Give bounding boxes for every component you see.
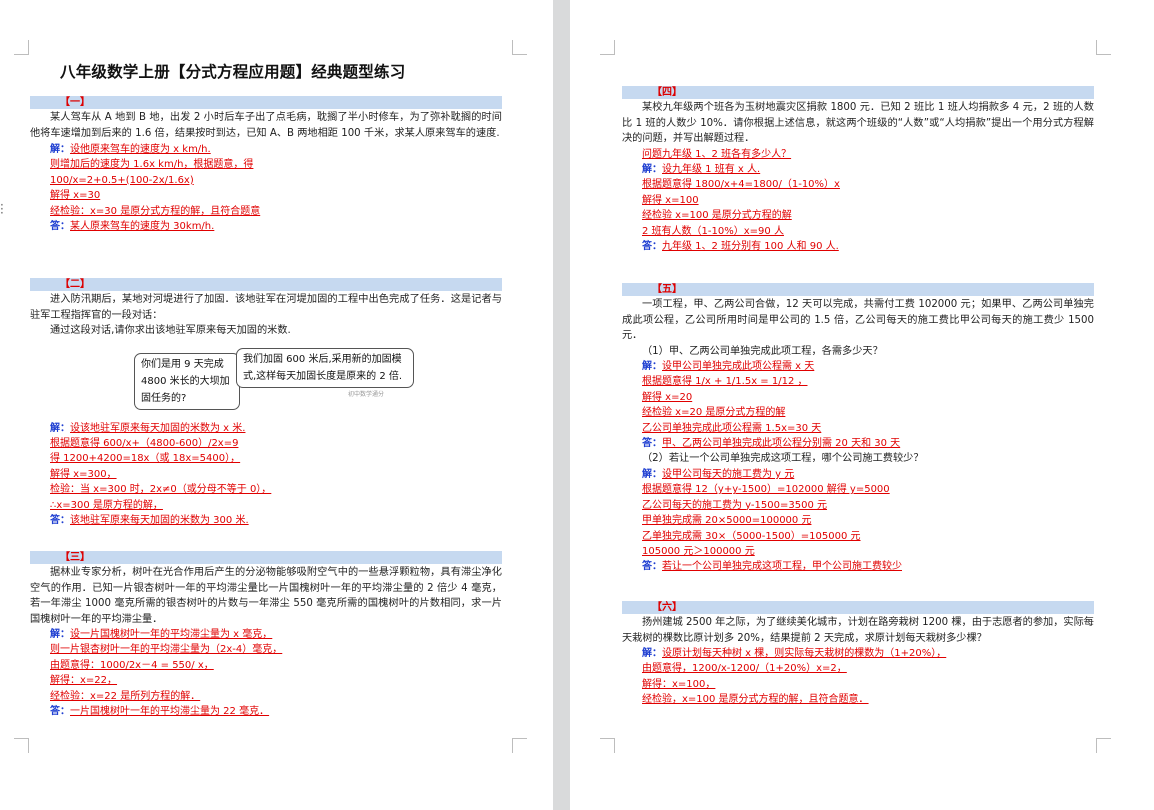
- answer-label: 答：: [50, 514, 70, 526]
- solution-line: 经检验：x=30 是原分式方程的解，且符合题意: [50, 205, 261, 217]
- solution-line: 检验：当 x=300 时，2x≠0（或分母不等于 0），: [50, 484, 272, 496]
- solution-label: 解：: [642, 163, 662, 175]
- solution-label: 解：: [50, 144, 70, 155]
- solution-line: 得 1200+4200=18x（或 18x=5400），: [50, 453, 241, 465]
- answer-line: 答：该地驻军原来每天加固的米数为 300 米.: [50, 514, 249, 526]
- margin-mark-bottom-left: [600, 738, 615, 753]
- speech-bubble-reporter: 你们是用 9 天完成 4800 米长的大坝加固任务的?: [134, 352, 240, 410]
- solution-line: 则一片银杏树叶一年的平均滞尘量为（2x-4）毫克，: [50, 644, 283, 656]
- solution-line: 解：设甲公司每天的施工费为 y 元: [642, 468, 795, 480]
- section-1: 【一】 某人驾车从 A 地到 B 地，出发 2 小时后车子出了点毛病，耽搁了半小…: [30, 96, 502, 234]
- solution-line: 根据题意得 600/x+（4800-600）/2x=9: [50, 437, 239, 449]
- sub-question-1: （1）甲、乙两公司单独完成此项工程，各需多少天？: [642, 345, 883, 357]
- solution-label: 解：: [642, 468, 662, 480]
- margin-mark-top-left: [14, 40, 29, 55]
- margin-mark-bottom-right: [1096, 738, 1111, 753]
- solution-label: 解：: [642, 648, 662, 659]
- document-page-right: 【四】 某校九年级两个班各为玉树地震灾区捐款 1800 元．已知 2 班比 1 …: [570, 0, 1154, 810]
- solution-line: 问题九年级 1、2 班各有多少人？: [642, 148, 792, 160]
- problem-text: 进入防汛期后，某地对河堤进行了加固．该地驻军在河堤加固的工程中出色完成了任务．这…: [30, 294, 502, 321]
- answer-line: 答：甲、乙两公司单独完成此项公程分别需 20 天和 30 天: [642, 438, 901, 450]
- problem-text: 一项工程，甲、乙两公司合做，12 天可以完成，共需付工费 102000 元；如果…: [622, 299, 1094, 341]
- section-header: 【五】: [622, 283, 1094, 296]
- answer-label: 答：: [642, 240, 662, 252]
- solution-line: ∴x=300 是原方程的解，: [50, 499, 163, 511]
- solution-line: 根据题意得 1800/x+4=1800/（1-10%）x: [642, 179, 840, 191]
- solution-line: 解：设甲公司单独完成此项公程需 x 天: [642, 361, 815, 372]
- drag-handle-icon[interactable]: · · ·: [0, 199, 4, 219]
- solution-line: 解：设该地驻军原来每天加固的米数为 x 米.: [50, 422, 246, 434]
- sub-question-2: （2）若让一个公司单独完成这项工程，哪个公司施工费较少？: [642, 453, 924, 465]
- solution-line: 甲单独完成需 20×5000=100000 元: [642, 515, 812, 527]
- solution-line: 经检验 x=100 是原分式方程的解: [642, 210, 792, 222]
- margin-mark-top-left: [600, 40, 615, 55]
- solution-line: 经检验 x=20 是原分式方程的解: [642, 407, 786, 419]
- solution-line: 经检验：x=22 是所列方程的解．: [50, 690, 201, 702]
- watermark: 初中数学通分: [348, 390, 385, 398]
- solution-line: 105000 元＞100000 元: [642, 545, 755, 557]
- margin-mark-top-right: [512, 40, 527, 55]
- answer-line: 答：九年级 1、2 班分别有 100 人和 90 人.: [642, 240, 839, 252]
- section-header: 【二】: [30, 278, 502, 291]
- section-header: 【六】: [622, 601, 1094, 614]
- problem-question: 通过这段对话,请你求出该地驻军原来每天加固的米数.: [50, 325, 291, 336]
- section-header: 【三】: [30, 551, 502, 564]
- solution-line: 由题意得，1200/x-1200/（1+20%）x=2，: [642, 663, 847, 675]
- speech-bubble-officer: 我们加固 600 米后,采用新的加固模式,这样每天加固长度是原来的 2 倍.: [236, 347, 414, 388]
- solution-line: 解得 x=20: [642, 391, 693, 403]
- solution-line: 解：设原计划每天种树 x 棵，则实际每天栽树的棵数为（1+20%），: [642, 648, 947, 659]
- margin-mark-top-right: [1096, 40, 1111, 55]
- solution-line: 经检验，x=100 是原分式方程的解，且符合题意．: [642, 694, 869, 706]
- solution-label: 解：: [50, 422, 70, 434]
- problem-text: 某人驾车从 A 地到 B 地，出发 2 小时后车子出了点毛病，耽搁了半小时修车，…: [30, 112, 502, 139]
- solution-line: 则增加后的速度为 1.6x km/h，根据题意，得: [50, 159, 254, 171]
- section-2: 【二】 进入防汛期后，某地对河堤进行了加固．该地驻军在河堤加固的工程中出色完成了…: [30, 278, 502, 528]
- solution-line: 解得 x=100: [642, 194, 699, 206]
- solution-line: 乙公司每天的施工费为 y-1500=3500 元: [642, 499, 827, 511]
- solution-label: 解：: [642, 361, 662, 372]
- section-4: 【四】 某校九年级两个班各为玉树地震灾区捐款 1800 元．已知 2 班比 1 …: [622, 86, 1094, 254]
- answer-label: 答：: [50, 221, 70, 233]
- solution-line: 根据题意得 1/x + 1/1.5x = 1/12 ，: [642, 376, 808, 388]
- document-title: 八年级数学上册【分式方程应用题】经典题型练习: [60, 63, 406, 81]
- section-header: 【一】: [30, 96, 502, 109]
- solution-line: 2 班有人数（1-10%）x=90 人: [642, 225, 784, 237]
- solution-line: 解：设他原来驾车的速度为 x km/h.: [50, 144, 211, 155]
- solution-label: 解：: [50, 629, 70, 640]
- section-5: 【五】 一项工程，甲、乙两公司合做，12 天可以完成，共需付工费 102000 …: [622, 283, 1094, 575]
- solution-line: 解：设一片国槐树叶一年的平均滞尘量为 x 毫克，: [50, 629, 273, 640]
- answer-label: 答：: [642, 438, 662, 450]
- section-header: 【四】: [622, 86, 1094, 99]
- solution-line: 乙公司单独完成此项公程需 1.5x=30 天: [642, 422, 822, 434]
- answer-line: 答：若让一个公司单独完成这项工程，甲个公司施工费较少: [642, 561, 902, 573]
- document-page-left: · · · 八年级数学上册【分式方程应用题】经典题型练习 【一】 某人驾车从 A 地…: [0, 0, 553, 810]
- section-3: 【三】 据林业专家分析，树叶在光合作用后产生的分泌物能够吸附空气中的一些悬浮颗粒…: [30, 551, 502, 719]
- problem-text: 某校九年级两个班各为玉树地震灾区捐款 1800 元．已知 2 班比 1 班人均捐…: [622, 102, 1094, 144]
- answer-label: 答：: [50, 706, 70, 718]
- solution-line: 解得：x=100，: [642, 678, 716, 690]
- margin-mark-bottom-right: [512, 738, 527, 753]
- solution-line: 由题意得：1000/2x－4 = 550/ x，: [50, 659, 214, 671]
- answer-line: 答：一片国槐树叶一年的平均滞尘量为 22 毫克．: [50, 706, 270, 718]
- answer-line: 答：某人原来驾车的速度为 30km/h.: [50, 221, 215, 233]
- problem-text: 扬州建城 2500 年之际，为了继续美化城市，计划在路旁栽树 1200 棵，由于…: [622, 617, 1094, 644]
- solution-line: 解得 x=300，: [50, 468, 117, 480]
- answer-label: 答：: [642, 561, 662, 573]
- section-6: 【六】 扬州建城 2500 年之际，为了继续美化城市，计划在路旁栽树 1200 …: [622, 601, 1094, 708]
- problem-text: 据林业专家分析，树叶在光合作用后产生的分泌物能够吸附空气中的一些悬浮颗粒物，具有…: [30, 567, 502, 625]
- solution-line: 解得：x=22，: [50, 675, 118, 687]
- solution-line: 根据题意得 12（y+y-1500）=102000 解得 y=5000: [642, 484, 890, 496]
- margin-mark-bottom-left: [14, 738, 29, 753]
- solution-line: 解：设九年级 1 班有 x 人.: [642, 163, 761, 175]
- solution-line: 100/x=2+0.5+(100-2x/1.6x): [50, 174, 194, 186]
- solution-line: 解得 x=30: [50, 190, 101, 202]
- dialogue-figure: 你们是用 9 天完成 4800 米长的大坝加固任务的? 我们加固 600 米后,…: [30, 339, 502, 421]
- solution-line: 乙单独完成需 30×（5000-1500）=105000 元: [642, 530, 861, 542]
